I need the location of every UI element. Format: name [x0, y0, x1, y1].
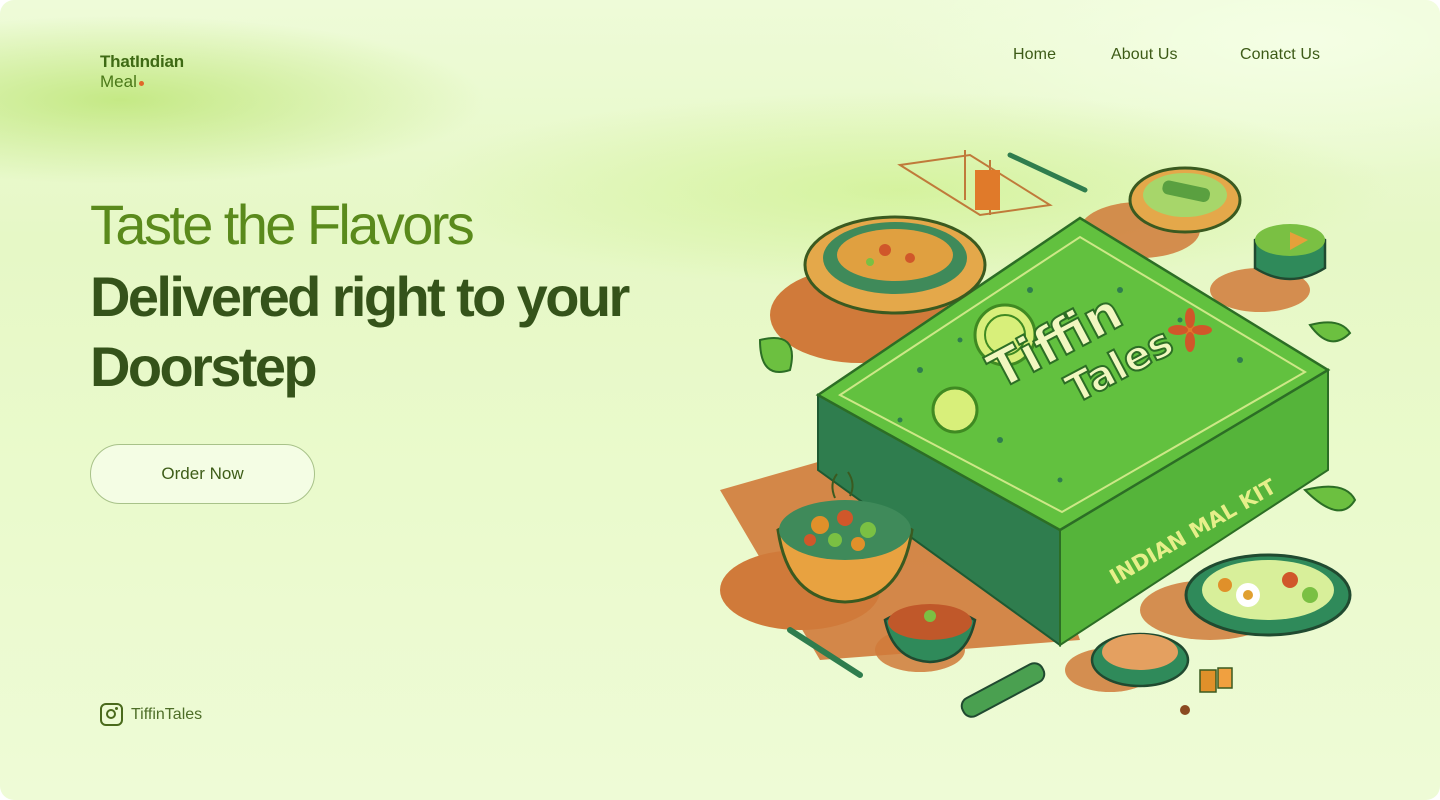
tiffin-box-illustration: Tiffin Tales INDIAN MAL KIT: [720, 150, 1357, 718]
nav-home-link[interactable]: Home: [1013, 46, 1056, 64]
social-handle: TiffinTales: [131, 705, 203, 723]
hero-heading: Delivered right to your Doorstep: [90, 265, 630, 398]
logo-line-2: Meal: [100, 72, 137, 91]
instagram-icon: [100, 703, 123, 726]
landing-page: ThatIndian Meal Home About Us Conatct Us…: [0, 0, 1440, 800]
top-nav: Home About Us Conatct Us: [0, 46, 1440, 66]
logo-dot: [138, 81, 144, 86]
order-now-button[interactable]: Order Now: [90, 444, 315, 504]
nav-contact-link[interactable]: Conatct Us: [1240, 46, 1320, 64]
social-link[interactable]: TiffinTales: [100, 703, 202, 726]
hero-subheading: Taste the Flavors: [90, 193, 475, 256]
nav-about-link[interactable]: About Us: [1111, 46, 1178, 64]
